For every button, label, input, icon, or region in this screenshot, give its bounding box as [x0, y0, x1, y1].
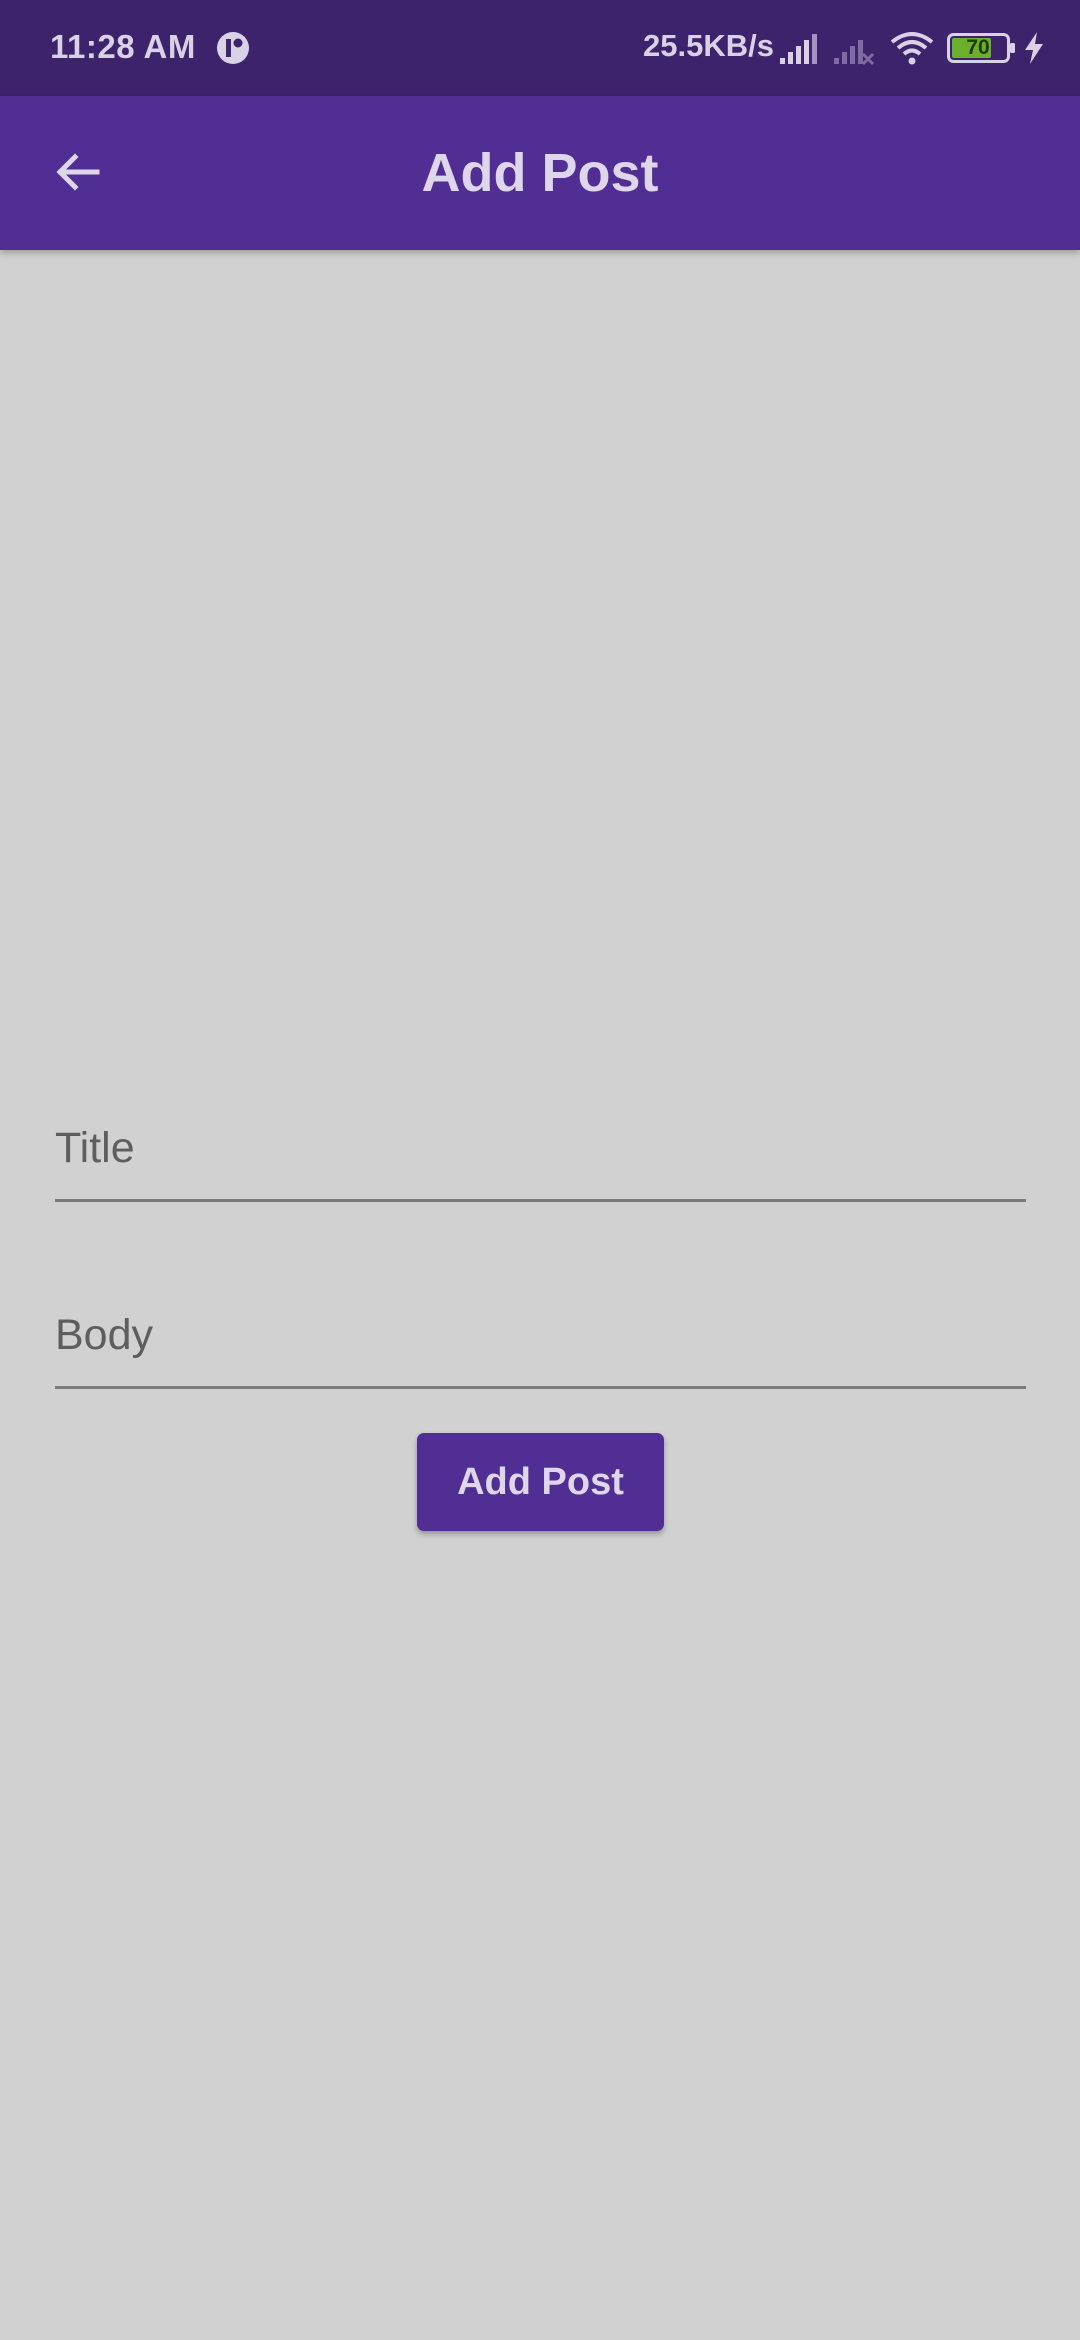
body-input[interactable] — [55, 1311, 1026, 1360]
signal-no-service-icon — [834, 40, 875, 66]
title-input[interactable] — [55, 1124, 1026, 1173]
app-bar: Add Post — [0, 96, 1080, 250]
title-field — [55, 1102, 1026, 1202]
network-speed: 25.5KB/s — [643, 28, 774, 63]
add-post-button[interactable]: Add Post — [417, 1433, 664, 1531]
status-bar: 11:28 AM 25.5KB/s 70 — [0, 0, 1080, 96]
page-title: Add Post — [421, 143, 659, 203]
status-time: 11:28 AM — [50, 28, 196, 65]
signal-icon — [780, 34, 817, 64]
wifi-icon — [890, 32, 934, 65]
charging-icon — [1025, 32, 1043, 64]
battery-icon: 70 — [947, 31, 1017, 65]
battery-level: 70 — [966, 36, 990, 59]
body-field — [55, 1289, 1026, 1389]
app-notification-icon — [217, 32, 249, 64]
